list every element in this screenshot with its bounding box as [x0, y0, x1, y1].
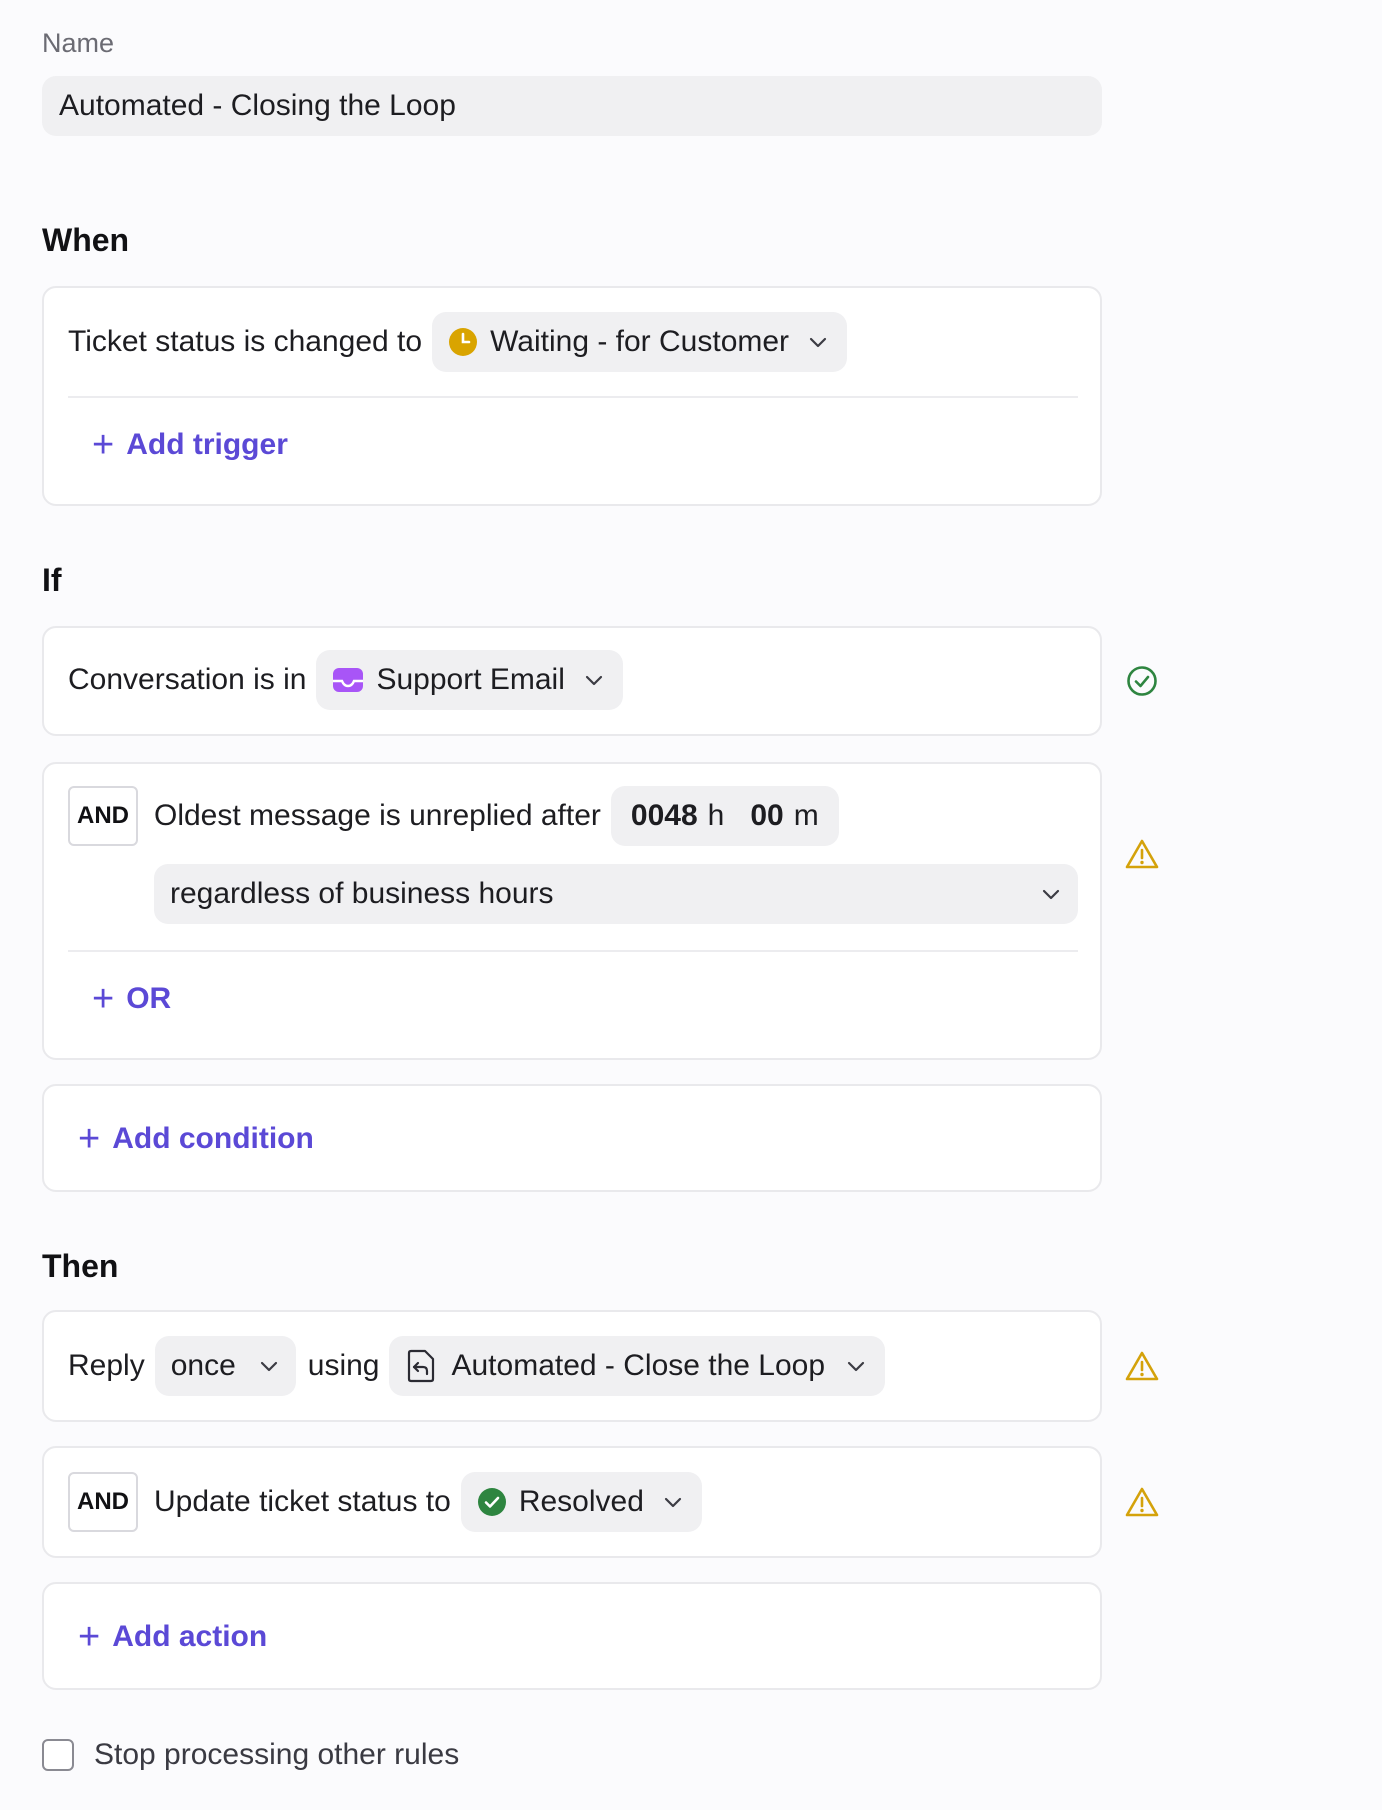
condition-row-2: AND Oldest message is unreplied after 00… [68, 786, 839, 846]
rule-editor: Name When Ticket status is changed to Wa… [0, 0, 1382, 1810]
template-value: Automated - Close the Loop [451, 1349, 826, 1382]
minutes-value[interactable]: 00 [750, 799, 783, 833]
chevron-down-icon [1040, 883, 1062, 905]
add-condition-link[interactable]: + Add condition [78, 1114, 314, 1164]
add-action-link[interactable]: + Add action [78, 1612, 267, 1662]
add-trigger-link[interactable]: + Add trigger [92, 420, 288, 470]
stop-processing-label: Stop processing other rules [94, 1738, 460, 1771]
frequency-select[interactable]: once [154, 1336, 296, 1396]
business-hours-value: regardless of business hours [170, 877, 554, 910]
hours-value[interactable]: 0048 [631, 799, 698, 833]
chevron-down-icon [845, 1355, 867, 1377]
condition-text: Conversation is in [68, 663, 307, 696]
inbox-icon [332, 666, 364, 694]
inbox-value: Support Email [376, 663, 565, 696]
action-row-2: AND Update ticket status to Resolved [68, 1472, 702, 1532]
trigger-text: Ticket status is changed to [68, 325, 423, 358]
frequency-value: once [170, 1349, 236, 1382]
stop-processing-checkbox[interactable] [42, 1739, 74, 1771]
check-circle-icon [1126, 665, 1158, 697]
trigger-status-select[interactable]: Waiting - for Customer [432, 312, 848, 372]
plus-icon: + [92, 978, 115, 1020]
add-condition-card: + Add condition [42, 1084, 1102, 1192]
check-circle-icon [477, 1487, 507, 1517]
and-badge: AND [68, 786, 138, 846]
divider [68, 950, 1078, 952]
add-action-card: + Add action [42, 1582, 1102, 1690]
condition-text: Oldest message is unreplied after [154, 799, 601, 832]
business-hours-select[interactable]: regardless of business hours [154, 864, 1078, 924]
condition-card-1: Conversation is in Support Email [42, 626, 1102, 736]
action-text: Reply [68, 1349, 145, 1382]
rule-name-input[interactable] [42, 76, 1102, 136]
when-card: Ticket status is changed to Waiting - fo… [42, 286, 1102, 506]
action-text: Update ticket status to [154, 1485, 451, 1518]
add-or-label: OR [126, 982, 172, 1015]
chevron-down-icon [662, 1491, 684, 1513]
if-section-title: If [42, 562, 62, 598]
when-section-title: When [42, 222, 130, 258]
add-condition-label: Add condition [112, 1122, 314, 1155]
warning-icon [1125, 1350, 1159, 1382]
template-select[interactable]: Automated - Close the Loop [389, 1336, 886, 1396]
add-or-link[interactable]: + OR [92, 974, 171, 1024]
hours-unit: h [707, 799, 725, 832]
then-section-title: Then [42, 1248, 119, 1284]
chevron-down-icon [807, 331, 829, 353]
clock-icon [448, 327, 478, 357]
duration-input[interactable]: 0048 h 00 m [610, 786, 839, 846]
add-trigger-label: Add trigger [126, 428, 288, 461]
stop-processing-row[interactable]: Stop processing other rules [42, 1738, 459, 1772]
trigger-status-value: Waiting - for Customer [490, 325, 790, 358]
action-card-2: AND Update ticket status to Resolved [42, 1446, 1102, 1558]
plus-icon: + [78, 1616, 101, 1658]
condition-row-1: Conversation is in Support Email [68, 650, 623, 710]
trigger-row: Ticket status is changed to Waiting - fo… [68, 312, 848, 372]
warning-icon [1125, 838, 1159, 870]
divider [68, 396, 1078, 398]
add-action-label: Add action [112, 1620, 268, 1653]
condition-card-2: AND Oldest message is unreplied after 00… [42, 762, 1102, 1060]
chevron-down-icon [583, 669, 605, 691]
chevron-down-icon [258, 1355, 280, 1377]
action-row-1: Reply once using Automated - Close the L… [68, 1336, 886, 1396]
and-badge: AND [68, 1472, 138, 1532]
plus-icon: + [78, 1118, 101, 1160]
status-select[interactable]: Resolved [460, 1472, 702, 1532]
plus-icon: + [92, 424, 115, 466]
name-label: Name [42, 28, 115, 58]
minutes-unit: m [793, 799, 819, 832]
reply-template-icon [405, 1349, 437, 1383]
action-card-1: Reply once using Automated - Close the L… [42, 1310, 1102, 1422]
status-value: Resolved [518, 1485, 644, 1518]
inbox-select[interactable]: Support Email [316, 650, 623, 710]
using-text: using [307, 1349, 380, 1382]
warning-icon [1125, 1486, 1159, 1518]
